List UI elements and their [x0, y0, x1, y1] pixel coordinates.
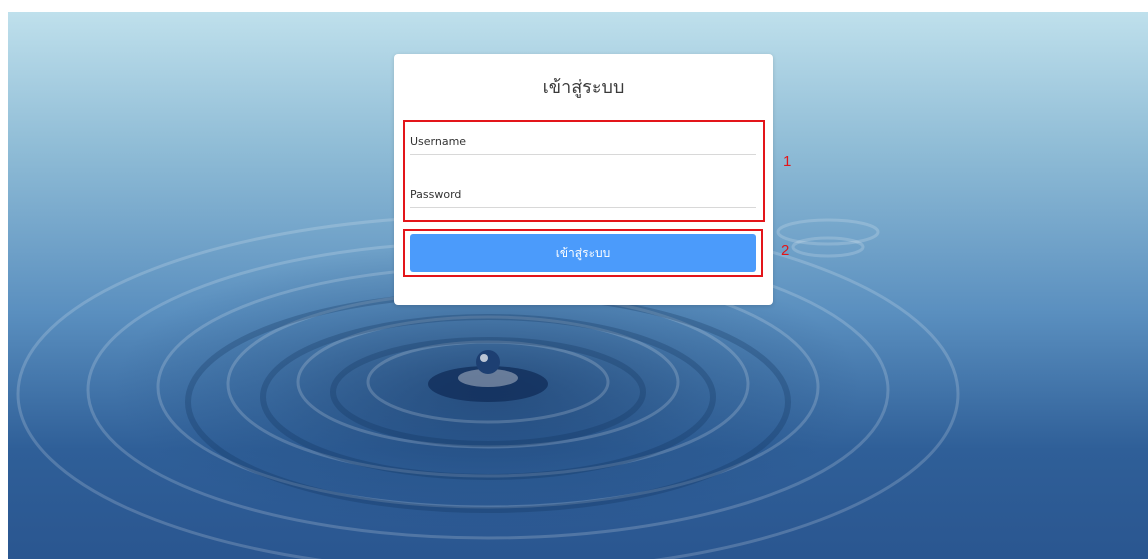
- annotation-number-1: 1: [783, 153, 792, 170]
- login-title: เข้าสู่ระบบ: [542, 77, 625, 98]
- annotation-box-login-button: [403, 229, 763, 277]
- annotation-box-credentials: [403, 120, 765, 222]
- annotation-number-2: 2: [781, 242, 790, 259]
